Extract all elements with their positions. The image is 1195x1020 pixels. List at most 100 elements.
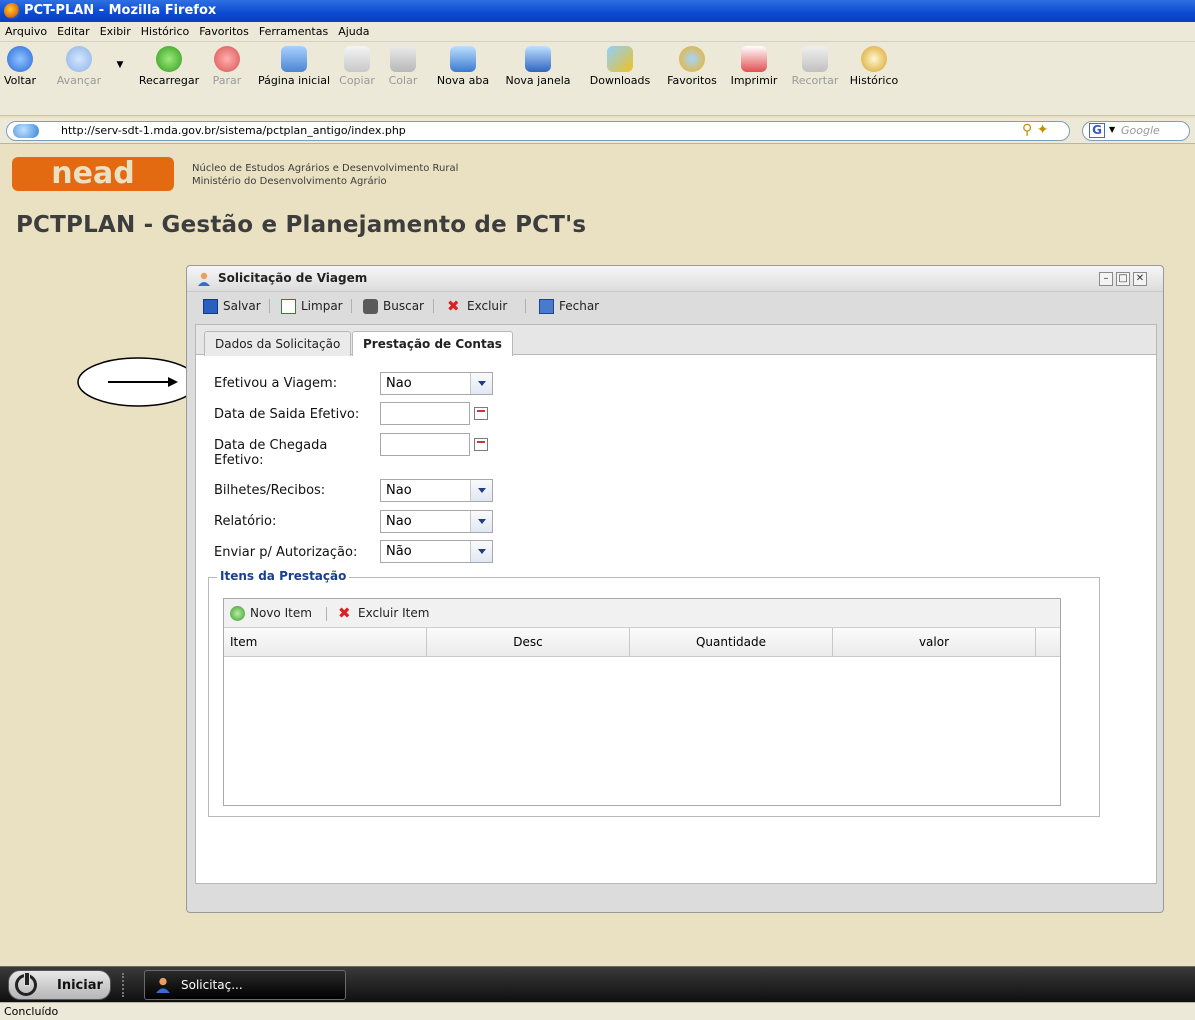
add-item-button[interactable]: Novo Item bbox=[230, 603, 312, 623]
google-icon[interactable]: G bbox=[1089, 123, 1105, 138]
new-window-icon bbox=[525, 46, 551, 72]
user-icon bbox=[198, 272, 210, 286]
new-window-button[interactable]: Nova janela bbox=[502, 46, 574, 88]
menu-favoritos[interactable]: Favoritos bbox=[194, 22, 254, 42]
cut-button[interactable]: Recortar bbox=[786, 46, 844, 88]
dialog-title: Solicitação de Viagem bbox=[218, 271, 368, 285]
dialog-toolbar: Salvar Limpar Buscar ✖ Excluir Fechar bbox=[195, 294, 1157, 318]
tab-dados-solicitacao[interactable]: Dados da Solicitação bbox=[204, 331, 352, 356]
column-header-item[interactable]: Item bbox=[224, 628, 427, 656]
delete-button[interactable]: ✖ Excluir bbox=[447, 296, 507, 316]
taskbar-grip[interactable] bbox=[122, 973, 124, 997]
site-icon bbox=[13, 124, 39, 138]
delete-item-label: Excluir Item bbox=[358, 606, 430, 620]
efetivou-value: Nao bbox=[386, 376, 412, 391]
menu-ferramentas[interactable]: Ferramentas bbox=[254, 22, 333, 42]
form-panel: Dados da Solicitação Prestação de Contas… bbox=[195, 324, 1157, 884]
chegada-date-field[interactable] bbox=[380, 433, 470, 456]
delete-x-icon: ✖ bbox=[447, 297, 460, 315]
cut-label: Recortar bbox=[791, 74, 839, 87]
dialog-title-bar[interactable]: Solicitação de Viagem – □ ✕ bbox=[187, 266, 1163, 292]
clear-button[interactable]: Limpar bbox=[281, 296, 343, 316]
new-tab-button[interactable]: Nova aba bbox=[432, 46, 494, 88]
downloads-button[interactable]: Downloads bbox=[582, 46, 658, 88]
chevron-down-icon[interactable] bbox=[470, 373, 492, 394]
stop-button[interactable]: Parar bbox=[210, 46, 244, 88]
toolbar-separator bbox=[326, 607, 327, 621]
relatorio-select[interactable]: Nao bbox=[380, 510, 493, 533]
paste-button[interactable]: Colar bbox=[386, 46, 420, 88]
reload-icon bbox=[156, 46, 182, 72]
home-button[interactable]: Página inicial bbox=[254, 46, 334, 88]
start-button[interactable]: Iniciar bbox=[8, 970, 111, 1000]
chevron-down-icon[interactable] bbox=[470, 541, 492, 562]
search-input[interactable]: G ▼ Google bbox=[1082, 121, 1190, 141]
printer-icon bbox=[741, 46, 767, 72]
scissors-icon bbox=[802, 46, 828, 72]
bilhetes-label: Bilhetes/Recibos: bbox=[214, 483, 326, 498]
calendar-icon[interactable] bbox=[474, 407, 488, 420]
history-dropdown-icon[interactable]: ▼ bbox=[116, 60, 124, 70]
favorites-button[interactable]: Favoritos bbox=[662, 46, 722, 88]
org-line-2: Ministério do Desenvolvimento Agrário bbox=[192, 176, 387, 187]
efetivou-select[interactable]: Nao bbox=[380, 372, 493, 395]
copy-icon bbox=[344, 46, 370, 72]
window-title: PCT-PLAN - Mozilla Firefox bbox=[24, 3, 217, 18]
close-form-button[interactable]: Fechar bbox=[539, 296, 599, 316]
extension-icons[interactable]: ⚲ ✦ bbox=[1022, 122, 1048, 138]
tab-prestacao-contas[interactable]: Prestação de Contas bbox=[352, 331, 513, 356]
favorites-icon bbox=[679, 46, 705, 72]
downloads-label: Downloads bbox=[589, 74, 651, 87]
search-placeholder: Google bbox=[1121, 124, 1160, 137]
menu-historico[interactable]: Histórico bbox=[136, 22, 194, 42]
print-button[interactable]: Imprimir bbox=[726, 46, 782, 88]
menu-editar[interactable]: Editar bbox=[52, 22, 95, 42]
org-line-1: Núcleo de Estudos Agrários e Desenvolvim… bbox=[192, 163, 459, 174]
home-icon bbox=[281, 46, 307, 72]
copy-label: Copiar bbox=[339, 74, 375, 87]
downloads-icon bbox=[607, 46, 633, 72]
search-button[interactable]: Buscar bbox=[363, 296, 424, 316]
delete-item-button[interactable]: ✖ Excluir Item bbox=[338, 603, 429, 623]
itens-grid: Novo Item ✖ Excluir Item Item Desc Quant… bbox=[223, 598, 1061, 806]
binoculars-icon bbox=[363, 299, 378, 314]
status-bar: Concluído bbox=[0, 1002, 1195, 1020]
save-button[interactable]: Salvar bbox=[203, 296, 261, 316]
back-button[interactable]: Voltar bbox=[2, 46, 38, 88]
floppy-icon bbox=[203, 299, 218, 314]
chevron-down-icon[interactable] bbox=[470, 480, 492, 501]
add-icon bbox=[230, 606, 245, 621]
maximize-button[interactable]: □ bbox=[1116, 272, 1130, 286]
navigation-toolbar: Voltar Avançar ▼ Recarregar Parar Página… bbox=[0, 42, 1195, 116]
close-button[interactable]: ✕ bbox=[1133, 272, 1147, 286]
column-header-desc[interactable]: Desc bbox=[427, 628, 630, 656]
forward-button[interactable]: Avançar bbox=[56, 46, 102, 88]
reload-button[interactable]: Recarregar bbox=[132, 46, 206, 88]
new-tab-label: Nova aba bbox=[436, 74, 490, 87]
delete-label: Excluir bbox=[467, 299, 508, 313]
nead-logo: nead bbox=[12, 156, 174, 191]
column-header-valor[interactable]: valor bbox=[833, 628, 1036, 656]
enviar-value: Não bbox=[386, 544, 412, 559]
taskbar-item[interactable]: Solicitaç... bbox=[144, 970, 346, 1000]
history-button[interactable]: Histórico bbox=[846, 46, 902, 88]
saida-date-field[interactable] bbox=[380, 402, 470, 425]
window-title-bar: PCT-PLAN - Mozilla Firefox bbox=[0, 0, 1195, 22]
minimize-button[interactable]: – bbox=[1099, 272, 1113, 286]
save-label: Salvar bbox=[223, 299, 261, 313]
copy-button[interactable]: Copiar bbox=[338, 46, 376, 88]
column-header-quantidade[interactable]: Quantidade bbox=[630, 628, 833, 656]
menu-exibir[interactable]: Exibir bbox=[95, 22, 136, 42]
start-label: Iniciar bbox=[57, 978, 103, 993]
calendar-icon[interactable] bbox=[474, 438, 488, 451]
url-input[interactable]: http://serv-sdt-1.mda.gov.br/sistema/pct… bbox=[6, 121, 1070, 141]
enviar-select[interactable]: Não bbox=[380, 540, 493, 563]
toolbar-separator bbox=[269, 299, 270, 313]
chevron-down-icon[interactable] bbox=[470, 511, 492, 532]
menu-arquivo[interactable]: Arquivo bbox=[0, 22, 52, 42]
chevron-down-icon[interactable]: ▼ bbox=[1109, 125, 1115, 134]
menu-ajuda[interactable]: Ajuda bbox=[333, 22, 374, 42]
back-arrow-icon bbox=[7, 46, 33, 72]
bilhetes-value: Nao bbox=[386, 483, 412, 498]
bilhetes-select[interactable]: Nao bbox=[380, 479, 493, 502]
